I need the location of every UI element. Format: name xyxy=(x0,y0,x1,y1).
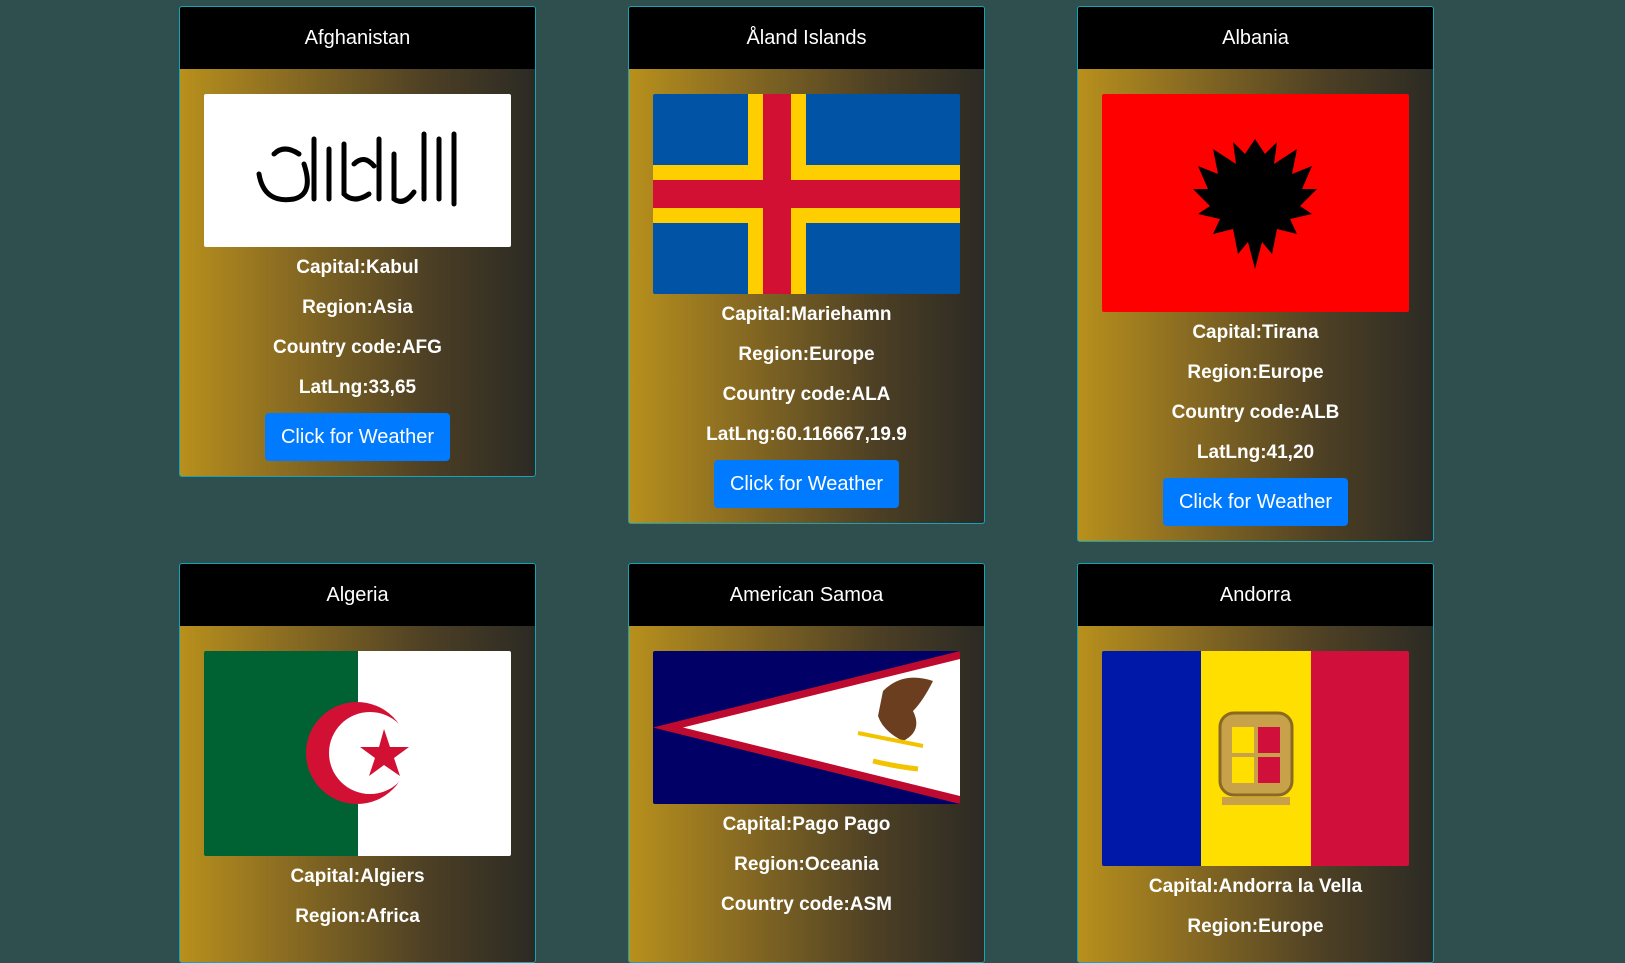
region-text: Region:Europe xyxy=(1187,916,1324,937)
capital-text: Capital:Algiers xyxy=(290,866,425,887)
algeria-flag-icon xyxy=(204,651,511,856)
latlng-text: LatLng:33,65 xyxy=(298,377,417,398)
region-text: Region:Oceania xyxy=(734,854,879,875)
country-card-afghanistan: Afghanistan Capital:Kabul Region:Asia Co… xyxy=(179,6,536,477)
capital-text: Capital:Andorra la Vella xyxy=(1148,876,1363,897)
weather-button[interactable]: Click for Weather xyxy=(1162,478,1348,526)
american-samoa-flag-icon xyxy=(653,651,960,804)
afghanistan-flag-icon xyxy=(204,94,511,247)
region-text: Region:Europe xyxy=(738,344,875,365)
capital-text: Capital:Mariehamn xyxy=(721,304,892,325)
albania-flag-icon xyxy=(1102,94,1409,312)
card-title: Algeria xyxy=(180,564,535,626)
country-card-aland-islands: Åland Islands Capital:Mariehamn Region:E… xyxy=(628,6,985,524)
country-card-american-samoa: American Samoa Capital:Pago Pago Region:… xyxy=(628,563,985,963)
country-card-andorra: Andorra Capital:Andorra la Vella Region:… xyxy=(1077,563,1434,963)
latlng-text: LatLng:60.116667,19.9 xyxy=(706,424,907,445)
country-code-text: Country code:ASM xyxy=(721,894,892,915)
region-text: Region:Africa xyxy=(295,906,420,927)
card-title: Afghanistan xyxy=(180,7,535,69)
aland-flag-icon xyxy=(653,94,960,294)
capital-text: Capital:Pago Pago xyxy=(722,814,891,835)
country-code-text: Country code:ALB xyxy=(1171,402,1340,423)
capital-text: Capital:Kabul xyxy=(296,257,419,278)
capital-text: Capital:Tirana xyxy=(1192,322,1319,343)
region-text: Region:Asia xyxy=(302,297,413,318)
card-title: Albania xyxy=(1078,7,1433,69)
country-code-text: Country code:AFG xyxy=(273,337,442,358)
latlng-text: LatLng:41,20 xyxy=(1196,442,1315,463)
card-title: Andorra xyxy=(1078,564,1433,626)
country-code-text: Country code:ALA xyxy=(722,384,891,405)
region-text: Region:Europe xyxy=(1187,362,1324,383)
weather-button[interactable]: Click for Weather xyxy=(713,460,899,508)
weather-button[interactable]: Click for Weather xyxy=(264,413,450,461)
card-title: Åland Islands xyxy=(629,7,984,69)
country-card-algeria: Algeria Capital:Algiers Region:Africa xyxy=(179,563,536,963)
card-title: American Samoa xyxy=(629,564,984,626)
country-card-albania: Albania Capital:Tirana Region:Europe Cou… xyxy=(1077,6,1434,542)
andorra-flag-icon xyxy=(1102,651,1409,866)
